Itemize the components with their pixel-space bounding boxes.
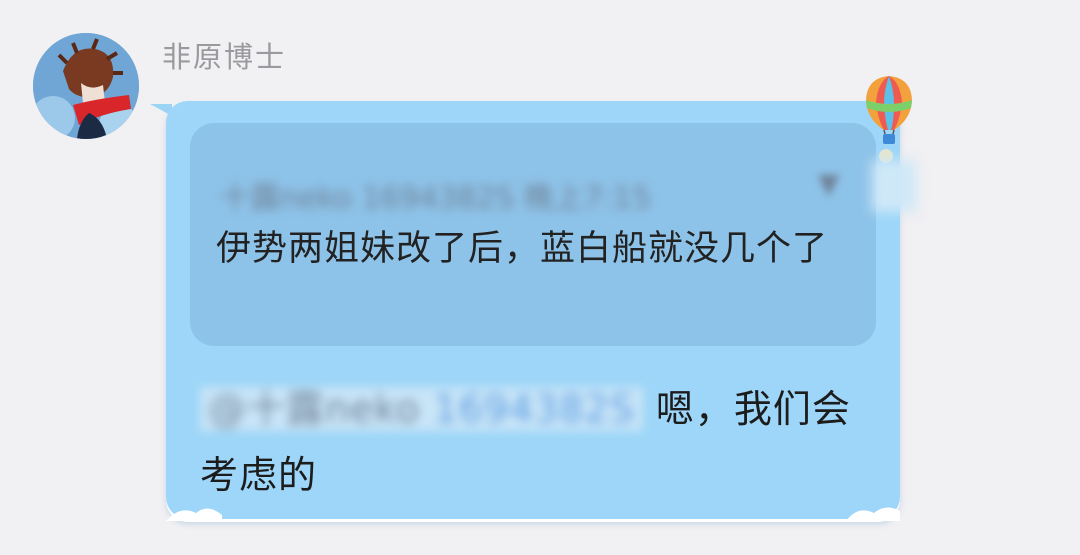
hot-air-balloon-icon	[866, 76, 912, 163]
reply-text-block: @十露neko 1694382S 嗯，我们会考虑的	[200, 376, 880, 508]
quoted-message[interactable]: 十露neko 1694382S 晚上7:15 ▼ 伊势两姐妹改了后，蓝白船就没几…	[190, 123, 876, 346]
quote-text: 伊势两姐妹改了后，蓝白船就没几个了	[216, 229, 829, 269]
quote-header: 十露neko 1694382S 晚上7:15	[220, 181, 652, 216]
user-avatar-icon	[33, 33, 139, 139]
chevron-down-icon[interactable]: ▼	[818, 167, 840, 200]
cloud-decoration-icon	[166, 507, 900, 521]
sender-name: 非原博士	[162, 40, 287, 74]
sender-avatar[interactable]	[33, 33, 139, 139]
mention-name: @十露neko	[208, 387, 421, 431]
blurred-region	[872, 160, 916, 212]
message-bubble[interactable]: 十露neko 1694382S 晚上7:15 ▼ 伊势两姐妹改了后，蓝白船就没几…	[166, 101, 900, 521]
mention-tag[interactable]: @十露neko 1694382S	[200, 387, 643, 431]
mention-id: 1694382S	[433, 387, 635, 431]
